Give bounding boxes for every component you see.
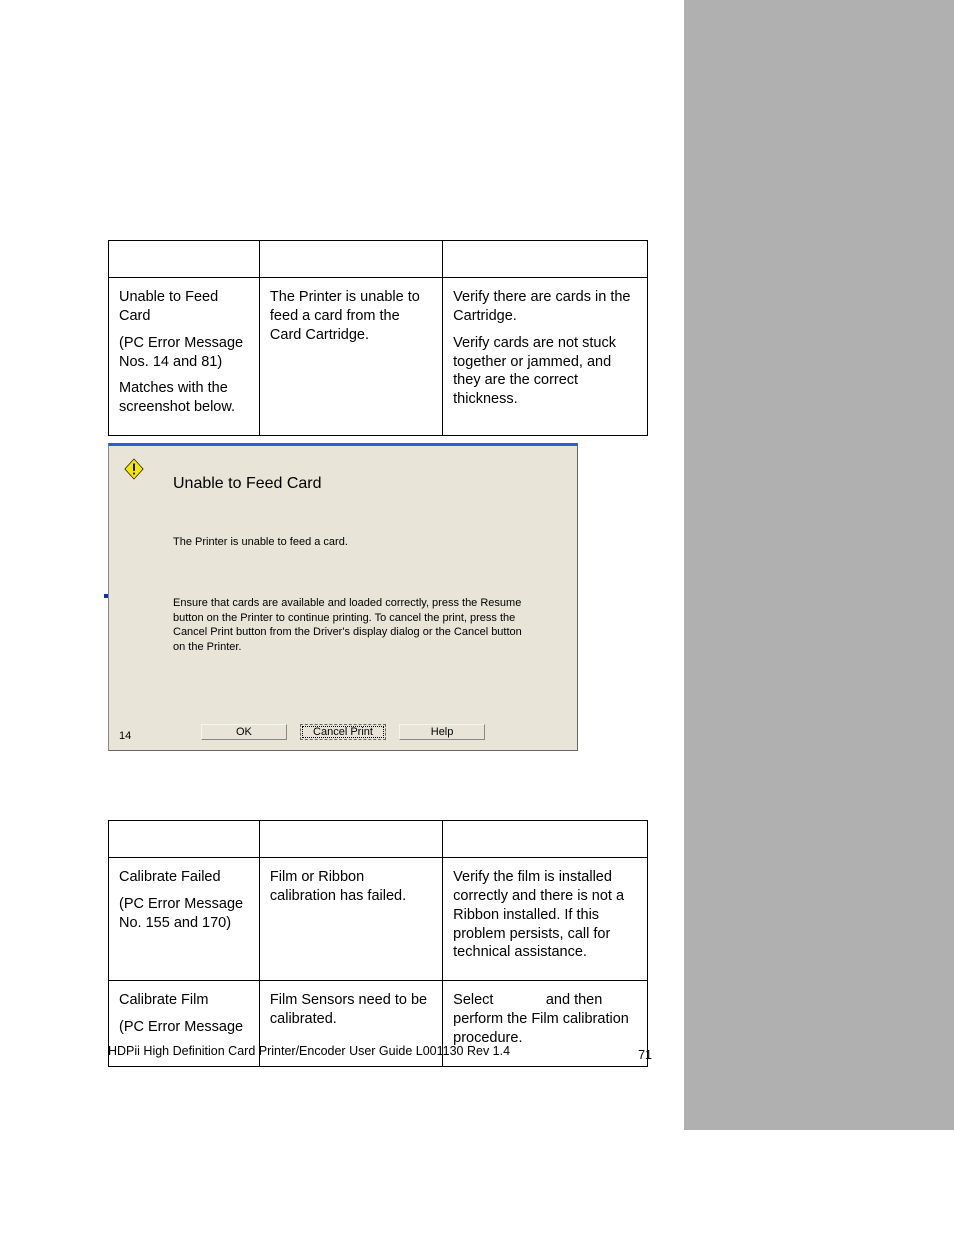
cell-text: Verify cards are not stuck together or j… <box>453 334 637 409</box>
ok-button[interactable]: OK <box>201 724 287 740</box>
help-button[interactable]: Help <box>399 724 485 740</box>
cell-text: Calibrate Failed <box>119 868 249 887</box>
cell-text: Verify there are cards in the Cartridge. <box>453 288 637 326</box>
table-header-cell <box>259 821 442 858</box>
dialog-button-row: OK Cancel Print Help <box>109 724 577 740</box>
error-dialog: Unable to Feed Card The Printer is unabl… <box>108 443 578 751</box>
table-row: Unable to Feed Card (PC Error Message No… <box>109 278 648 436</box>
table-1-container: Unable to Feed Card (PC Error Message No… <box>108 240 648 436</box>
cell-text: Select and then perform the Film calibra… <box>453 991 637 1048</box>
table-header-row <box>109 821 648 858</box>
dialog-message-1: The Printer is unable to feed a card. <box>173 536 348 548</box>
dialog-title: Unable to Feed Card <box>173 475 322 493</box>
cell-text: Film Sensors need to be calibrated. <box>270 991 432 1029</box>
cell-text: Verify the film is installed correctly a… <box>453 868 637 962</box>
page-number: 71 <box>638 1048 652 1062</box>
warning-icon <box>123 458 145 480</box>
table-cell: Film or Ribbon calibration has failed. <box>259 858 442 981</box>
table-cell: Verify the film is installed correctly a… <box>443 858 648 981</box>
table-header-cell <box>109 241 260 278</box>
cell-text: Unable to Feed Card <box>119 288 249 326</box>
cell-text: Matches with the screenshot below. <box>119 379 249 417</box>
table-header-row <box>109 241 648 278</box>
cell-text: (PC Error Message Nos. 14 and 81) <box>119 334 249 372</box>
error-table-1: Unable to Feed Card (PC Error Message No… <box>108 240 648 436</box>
table-row: Calibrate Failed (PC Error Message No. 1… <box>109 858 648 981</box>
cell-text: (PC Error Message <box>119 1018 249 1037</box>
sidebar-gray <box>684 0 954 1130</box>
table-header-cell <box>443 821 648 858</box>
table-header-cell <box>109 821 260 858</box>
error-table-2: Calibrate Failed (PC Error Message No. 1… <box>108 820 648 1067</box>
table-cell: Verify there are cards in the Cartridge.… <box>443 278 648 436</box>
table-cell: The Printer is unable to feed a card fro… <box>259 278 442 436</box>
table-cell: Calibrate Failed (PC Error Message No. 1… <box>109 858 260 981</box>
table-2-container: Calibrate Failed (PC Error Message No. 1… <box>108 820 648 1067</box>
cell-text: The Printer is unable to feed a card fro… <box>270 288 432 345</box>
cell-text: Calibrate Film <box>119 991 249 1010</box>
footer-text: HDPii High Definition Card Printer/Encod… <box>108 1044 510 1058</box>
table-header-cell <box>443 241 648 278</box>
cell-fragment: Select <box>453 992 497 1008</box>
table-cell: Unable to Feed Card (PC Error Message No… <box>109 278 260 436</box>
cell-text: Film or Ribbon calibration has failed. <box>270 868 432 906</box>
dialog-message-2: Ensure that cards are available and load… <box>173 596 533 654</box>
table-header-cell <box>259 241 442 278</box>
cancel-print-button[interactable]: Cancel Print <box>300 724 386 740</box>
cell-text: (PC Error Message No. 155 and 170) <box>119 895 249 933</box>
